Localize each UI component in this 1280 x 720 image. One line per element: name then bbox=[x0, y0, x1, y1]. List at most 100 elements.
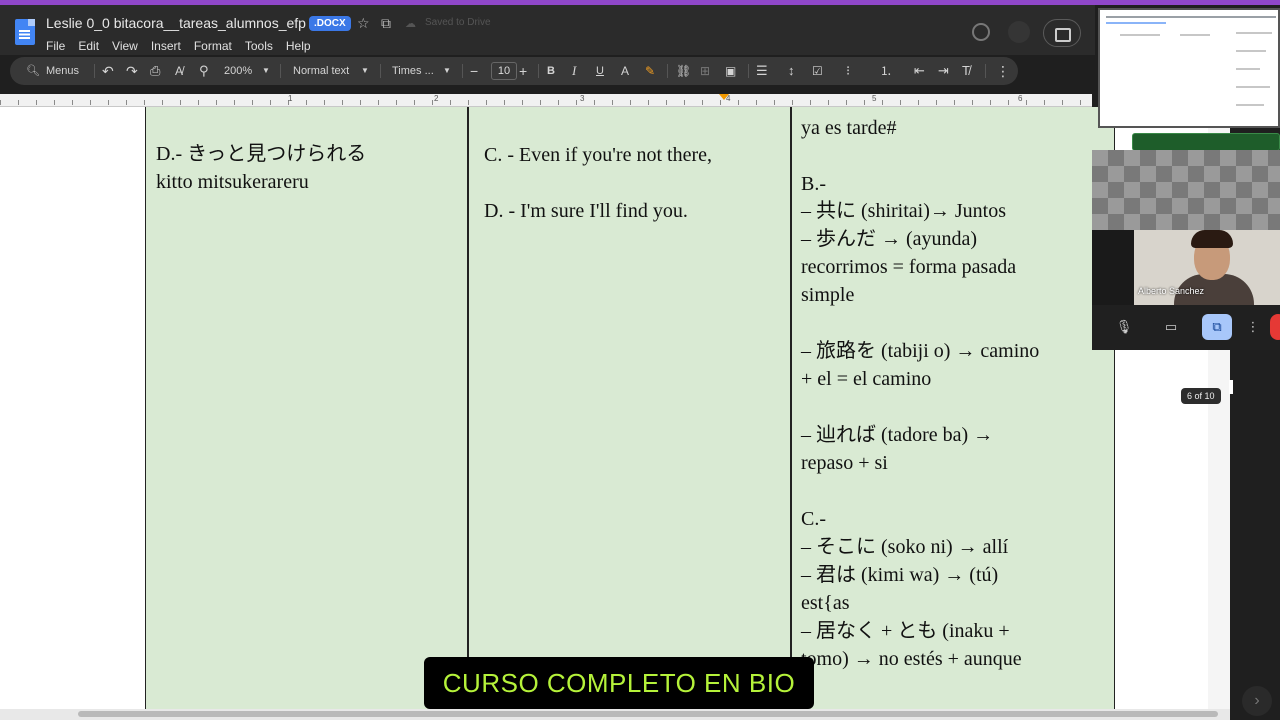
side-panel-strip bbox=[1230, 350, 1280, 720]
meet-call-button[interactable] bbox=[1043, 19, 1081, 47]
document-title[interactable]: Leslie 0_0 bitacora__tareas_alumnos_efp bbox=[46, 15, 306, 31]
cell-text[interactable]: – 居なく + とも (inaku + bbox=[801, 617, 1010, 645]
meet-controls: 🎙︎ ▭ ⧉ ⋮ bbox=[1092, 305, 1280, 350]
cell-text[interactable]: D.- きっと見つけられる bbox=[156, 140, 366, 168]
cell-text[interactable]: – 辿れば (tadore ba) → bbox=[801, 421, 993, 449]
divider bbox=[667, 64, 668, 78]
star-icon[interactable]: ☆ bbox=[357, 15, 370, 32]
formatting-toolbar: 🔍︎ Menus ↶ ↷ ⎙ A̸ ⚲ 200% ▼ Normal text ▼… bbox=[10, 57, 1018, 85]
font-size-increase-icon[interactable]: + bbox=[519, 57, 527, 85]
cell-text[interactable]: – 君は (kimi wa) → (tú) bbox=[801, 561, 998, 589]
checklist-icon[interactable]: ☑ bbox=[812, 57, 823, 85]
menu-edit[interactable]: Edit bbox=[78, 39, 99, 53]
more-options-icon[interactable]: ⋮ bbox=[1246, 314, 1260, 340]
underline-button[interactable]: U bbox=[596, 57, 604, 85]
chevron-right-icon[interactable]: › bbox=[1242, 686, 1272, 716]
menu-view[interactable]: View bbox=[112, 39, 138, 53]
menus-search[interactable]: Menus bbox=[46, 57, 79, 85]
cell-text[interactable]: – 旅路を (tabiji o) → camino bbox=[801, 337, 1039, 365]
increase-indent-icon[interactable]: ⇥ bbox=[938, 57, 949, 85]
comments-icon[interactable] bbox=[1008, 21, 1030, 43]
clear-formatting-icon[interactable]: T̸ bbox=[962, 57, 970, 85]
line-spacing-icon[interactable]: ↕ bbox=[788, 57, 795, 85]
text-color-icon[interactable]: A bbox=[621, 57, 629, 85]
ruler-mark: 2 bbox=[434, 94, 439, 103]
table-column-border bbox=[467, 107, 469, 709]
cell-text[interactable]: simple bbox=[801, 281, 854, 309]
bold-button[interactable]: B bbox=[547, 57, 555, 85]
cell-text[interactable]: est{as bbox=[801, 589, 849, 617]
comment-icon[interactable]: ⊞ bbox=[700, 57, 710, 85]
present-screen-icon[interactable]: ⧉ bbox=[1202, 314, 1232, 340]
cell-text[interactable]: recorrimos = forma pasada bbox=[801, 253, 1016, 281]
microphone-icon[interactable]: 🎙︎ bbox=[1114, 314, 1134, 340]
table-column-border bbox=[790, 107, 792, 709]
cell-text[interactable]: ya es tarde# bbox=[801, 114, 897, 142]
bulleted-list-icon[interactable]: ⁝ bbox=[846, 57, 850, 85]
zoom-select[interactable]: 200% bbox=[224, 57, 252, 85]
docs-logo-icon[interactable] bbox=[15, 19, 35, 45]
menu-tools[interactable]: Tools bbox=[245, 39, 273, 53]
cell-text[interactable]: – 共に (shiritai)→ Juntos bbox=[801, 197, 1006, 225]
menu-insert[interactable]: Insert bbox=[151, 39, 181, 53]
font-family-select[interactable]: Times ... bbox=[392, 57, 434, 85]
cell-text[interactable]: B.- bbox=[801, 170, 826, 198]
file-type-badge: .DOCX bbox=[309, 16, 351, 31]
menu-format[interactable]: Format bbox=[194, 39, 232, 53]
end-call-button[interactable] bbox=[1270, 314, 1280, 340]
cell-text[interactable]: + el = el camino bbox=[801, 365, 931, 393]
menu-file[interactable]: File bbox=[46, 39, 65, 53]
move-folder-icon[interactable]: ⧉ bbox=[381, 15, 391, 32]
horizontal-ruler[interactable]: 1 2 3 4 5 6 bbox=[0, 94, 1092, 107]
ruler-mark: 1 bbox=[288, 94, 293, 103]
cell-text[interactable]: D. - I'm sure I'll find you. bbox=[484, 197, 688, 225]
menu-help[interactable]: Help bbox=[286, 39, 311, 53]
cell-text[interactable]: – 歩んだ → (ayunda) bbox=[801, 225, 977, 253]
divider bbox=[462, 64, 463, 78]
highlight-icon[interactable]: ✎ bbox=[645, 57, 655, 85]
more-options-icon[interactable]: ⋮ bbox=[996, 57, 1010, 85]
print-icon[interactable]: ⎙ bbox=[150, 57, 160, 85]
cell-text[interactable]: C. - Even if you're not there, bbox=[484, 141, 712, 169]
cell-text[interactable]: tomo) → no estés + aunque bbox=[801, 645, 1022, 673]
zoom-chevron-down-icon[interactable]: ▼ bbox=[262, 57, 270, 85]
indent-marker[interactable] bbox=[719, 94, 729, 100]
ruler-mark: 5 bbox=[872, 94, 877, 103]
spellcheck-icon[interactable]: A̸ bbox=[175, 57, 183, 85]
camera-icon[interactable]: ▭ bbox=[1160, 314, 1182, 340]
document-canvas[interactable]: D.- きっと見つけられる kitto mitsukerareru C. - E… bbox=[0, 107, 1208, 709]
italic-button[interactable]: I bbox=[572, 57, 576, 85]
cell-text[interactable]: C.- bbox=[801, 505, 826, 533]
search-icon[interactable]: 🔍︎ bbox=[26, 57, 40, 85]
decrease-indent-icon[interactable]: ⇤ bbox=[914, 57, 925, 85]
font-size-input[interactable]: 10 bbox=[491, 62, 517, 80]
page-indicator: 6 of 10 bbox=[1181, 388, 1221, 404]
divider bbox=[280, 64, 281, 78]
align-icon[interactable]: ☰ bbox=[756, 57, 768, 85]
font-chevron-down-icon[interactable]: ▼ bbox=[443, 57, 451, 85]
divider bbox=[538, 64, 539, 78]
menu-bar: File Edit View Insert Format Tools Help bbox=[46, 39, 311, 53]
undo-icon[interactable]: ↶ bbox=[102, 57, 114, 85]
cell-text[interactable]: repaso + si bbox=[801, 449, 888, 477]
style-chevron-down-icon[interactable]: ▼ bbox=[361, 57, 369, 85]
presenting-banner bbox=[1132, 133, 1280, 151]
font-size-decrease-icon[interactable]: − bbox=[470, 57, 478, 85]
participant-tile: Alberto Sanchez bbox=[1134, 230, 1280, 305]
paragraph-style-select[interactable]: Normal text bbox=[293, 57, 349, 85]
participant-video: Alberto Sanchez bbox=[1092, 150, 1280, 305]
image-icon[interactable]: ▣ bbox=[725, 57, 736, 85]
link-icon[interactable]: ⛓ bbox=[676, 57, 691, 85]
divider bbox=[748, 64, 749, 78]
blurred-background bbox=[1092, 150, 1280, 230]
numbered-list-icon[interactable]: ⒈ bbox=[880, 57, 892, 85]
cell-text[interactable]: kitto mitsukerareru bbox=[156, 168, 309, 196]
cell-text[interactable]: – そこに (soko ni) → allí bbox=[801, 533, 1008, 561]
paint-format-icon[interactable]: ⚲ bbox=[199, 57, 209, 85]
redo-icon[interactable]: ↷ bbox=[126, 57, 138, 85]
save-status: Saved to Drive bbox=[425, 17, 491, 28]
title-bar: Leslie 0_0 bitacora__tareas_alumnos_efp … bbox=[0, 5, 1095, 55]
version-history-icon[interactable] bbox=[972, 23, 990, 41]
scrollbar-thumb[interactable] bbox=[1229, 380, 1233, 394]
horizontal-scrollbar-thumb[interactable] bbox=[78, 711, 1218, 717]
